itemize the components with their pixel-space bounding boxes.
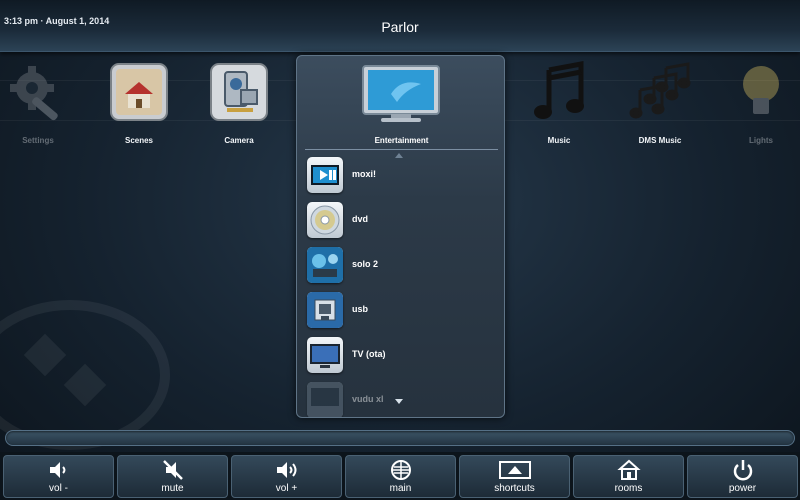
top-bar: 3:13 pm · August 1, 2014 Parlor	[0, 0, 800, 52]
tv-display-icon[interactable]	[361, 64, 441, 124]
source-name: vudu xl	[352, 394, 384, 404]
app-label: Scenes	[124, 136, 154, 145]
status-slider-bar[interactable]	[5, 430, 795, 446]
source-item-solo-2[interactable]: solo 2	[307, 245, 492, 285]
dms-music-icon	[628, 60, 692, 124]
vudu-icon	[307, 382, 343, 417]
power-button[interactable]: power	[687, 455, 798, 498]
entertainment-panel: Entertainment moxi! dvd solo 2 usb TV (o…	[296, 55, 505, 418]
source-name: solo 2	[352, 259, 379, 269]
scroll-down-icon[interactable]	[395, 399, 403, 404]
source-item-usb[interactable]: usb	[307, 290, 492, 330]
app-dms-music[interactable]: DMS Music	[620, 60, 700, 145]
rooms-button[interactable]: rooms	[573, 455, 684, 498]
source-item-tv-ota[interactable]: TV (ota)	[307, 335, 492, 375]
button-label: vol +	[275, 483, 298, 494]
button-label: vol -	[49, 483, 68, 494]
music-note-icon	[527, 60, 591, 124]
app-label: Settings	[22, 136, 54, 145]
shortcuts-button[interactable]: shortcuts	[459, 455, 570, 498]
app-camera[interactable]: Camera	[199, 60, 279, 145]
shortcuts-icon	[498, 459, 532, 481]
button-label: power	[728, 483, 757, 494]
lightbulb-icon	[729, 60, 793, 124]
panel-title: Entertainment	[374, 136, 429, 145]
solo-icon	[307, 247, 343, 283]
room-title[interactable]: Parlor	[0, 19, 800, 35]
panel-divider	[305, 149, 498, 150]
vol-up-button[interactable]: vol +	[231, 455, 342, 498]
camera-icon	[207, 60, 271, 124]
button-label: shortcuts	[494, 483, 535, 494]
volume-up-icon	[275, 459, 299, 481]
volume-down-icon	[47, 459, 71, 481]
moxi-icon	[307, 157, 343, 193]
tv-icon	[307, 337, 343, 373]
app-label: Lights	[749, 136, 773, 145]
dvd-disc-icon	[307, 202, 343, 238]
mute-button[interactable]: mute	[117, 455, 228, 498]
source-item-moxi[interactable]: moxi!	[307, 155, 492, 195]
power-icon	[731, 459, 755, 481]
button-label: mute	[161, 483, 184, 494]
app-lights[interactable]: Lights	[721, 60, 800, 145]
app-label: Camera	[224, 136, 254, 145]
app-settings[interactable]: Settings	[0, 60, 78, 145]
app-label: DMS Music	[638, 136, 682, 145]
logo-watermark	[0, 300, 170, 450]
button-label: rooms	[614, 483, 643, 494]
app-music[interactable]: Music	[519, 60, 599, 145]
source-name: TV (ota)	[352, 349, 386, 359]
house-scene-icon	[107, 60, 171, 124]
rooms-icon	[616, 459, 641, 481]
gear-wrench-icon	[6, 60, 70, 124]
source-name: dvd	[352, 214, 369, 224]
source-name: moxi!	[352, 169, 377, 179]
vol-down-button[interactable]: vol -	[3, 455, 114, 498]
main-menu-icon	[389, 459, 413, 481]
mute-icon	[161, 459, 185, 481]
button-label: main	[389, 483, 412, 494]
main-button[interactable]: main	[345, 455, 456, 498]
app-label: Music	[547, 136, 571, 145]
source-item-dvd[interactable]: dvd	[307, 200, 492, 240]
app-scenes[interactable]: Scenes	[99, 60, 179, 145]
usb-icon	[307, 292, 343, 328]
source-name: usb	[352, 304, 369, 314]
